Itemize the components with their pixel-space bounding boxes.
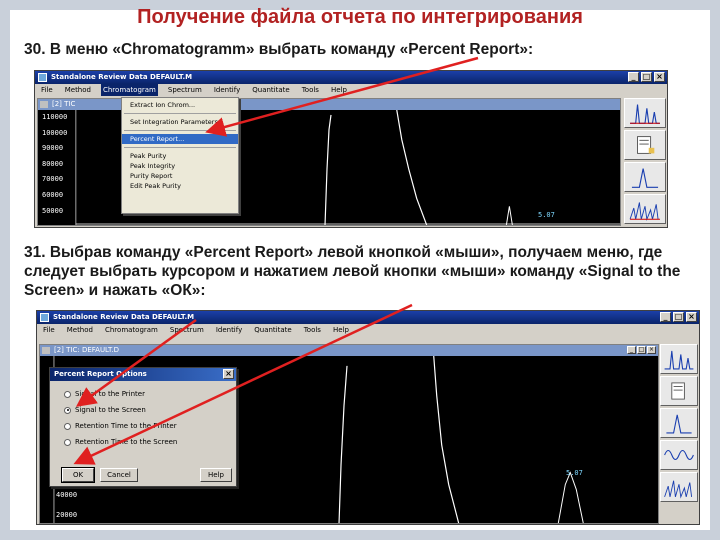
review-window-menu: Standalone Review Data DEFAULT.M _ □ × F… [34,70,668,228]
minimize-button[interactable]: _ [628,72,639,82]
chromatogram-view-icon[interactable] [624,98,666,128]
menu-chromatogram[interactable]: Chromatogram [100,84,158,96]
report-view-icon[interactable] [660,376,698,406]
menu-item-extract-ion[interactable]: Extract Ion Chrom... [122,100,238,110]
child-titlebar: [2] TIC: DEFAULT.D _ □ × [40,345,658,356]
child-close-button[interactable]: × [647,346,656,354]
menu-help[interactable]: Help [331,324,351,336]
menu-quantitate[interactable]: Quantitate [252,324,293,336]
menu-item-peak-purity[interactable]: Peak Purity [122,151,238,161]
menu-identify[interactable]: Identify [212,84,242,96]
right-toolbar [660,344,698,502]
option-signal-printer[interactable]: Signal to the Printer [64,390,145,398]
menu-help[interactable]: Help [329,84,349,96]
y-axis-label: 20000 [56,511,78,519]
peak-label: 5.07 [538,211,555,219]
dialog-close-button[interactable]: × [223,369,234,379]
option-label: Signal to the Printer [75,390,145,398]
menu-item-percent-report[interactable]: Percent Report... [122,134,238,144]
menu-file[interactable]: File [39,84,55,96]
option-label: Retention Time to the Screen [75,438,178,446]
dialog-title: Percent Report Options [54,370,147,378]
ok-button[interactable]: OK [61,467,95,483]
cancel-button[interactable]: Cancel [100,468,138,482]
help-button[interactable]: Help [200,468,232,482]
menu-quantitate[interactable]: Quantitate [250,84,291,96]
maximize-button[interactable]: □ [673,312,684,322]
menu-spectrum[interactable]: Spectrum [168,324,206,336]
menu-tools[interactable]: Tools [300,84,321,96]
child-title: [2] TIC [52,100,76,108]
menubar: File Method Chromatogram Spectrum Identi… [35,84,667,96]
app-icon [40,313,49,322]
dialog-titlebar: Percent Report Options × [50,368,236,381]
menu-chromatogram[interactable]: Chromatogram [103,324,160,336]
option-retention-screen[interactable]: Retention Time to the Screen [64,438,177,446]
wave-view-icon[interactable] [660,440,698,470]
right-toolbar [624,98,666,224]
spectrum-view-icon[interactable] [660,408,698,438]
menu-tools[interactable]: Tools [302,324,323,336]
slide-title: Получение файла отчета по интегрирования [137,6,583,28]
child-window-icon [42,347,50,354]
menu-method[interactable]: Method [65,324,95,336]
window-titlebar: Standalone Review Data DEFAULT.M _ □ × [35,71,667,84]
radio-selected-icon[interactable] [64,406,71,414]
minimize-button[interactable]: _ [660,312,671,322]
chromatogram-dropdown-menu: Extract Ion Chrom... Set Integration Par… [121,97,239,214]
step-30-text: 30. В меню «Chromatogramm» выбрать коман… [24,41,534,58]
option-signal-screen[interactable]: Signal to the Screen [64,406,146,414]
app-icon [38,73,47,82]
menu-file[interactable]: File [41,324,57,336]
maximize-button[interactable]: □ [641,72,652,82]
window-titlebar: Standalone Review Data DEFAULT.M _ □ × [37,311,699,324]
window-title: Standalone Review Data DEFAULT.M [53,313,195,321]
review-window-dialog: Standalone Review Data DEFAULT.M _ □ × F… [36,310,700,525]
close-button[interactable]: × [654,72,665,82]
radio-icon[interactable] [64,422,71,430]
close-button[interactable]: × [686,312,697,322]
menu-item-purity-report[interactable]: Purity Report [122,171,238,181]
child-maximize-button[interactable]: □ [637,346,646,354]
y-axis-label: 40000 [56,491,78,499]
menu-item-peak-integrity[interactable]: Peak Integrity [122,161,238,171]
menu-item-set-integration[interactable]: Set Integration Parameters... [122,117,238,127]
window-title: Standalone Review Data DEFAULT.M [51,73,193,81]
radio-icon[interactable] [64,438,71,446]
radio-icon[interactable] [64,390,71,398]
chromatogram-view-icon[interactable] [660,344,698,374]
peak-label: 5.07 [566,469,583,477]
report-view-icon[interactable] [624,130,666,160]
menu-identify[interactable]: Identify [214,324,244,336]
multi-peak-icon[interactable] [660,472,698,502]
option-retention-printer[interactable]: Retention Time to the Printer [64,422,177,430]
menu-item-edit-peak-purity[interactable]: Edit Peak Purity [122,181,238,191]
menu-spectrum[interactable]: Spectrum [166,84,204,96]
option-label: Signal to the Screen [75,406,146,414]
child-window-icon [40,101,48,108]
multi-peak-icon[interactable] [624,194,666,224]
child-minimize-button[interactable]: _ [627,346,636,354]
menubar: File Method Chromatogram Spectrum Identi… [37,324,699,336]
step-31-text: 31. Выбрав команду «Percent Report» лево… [24,244,681,299]
menu-method[interactable]: Method [63,84,93,96]
child-title: [2] TIC: DEFAULT.D [54,346,120,354]
percent-report-options-dialog: Percent Report Options × Signal to the P… [49,367,237,487]
option-label: Retention Time to the Printer [75,422,177,430]
spectrum-view-icon[interactable] [624,162,666,192]
